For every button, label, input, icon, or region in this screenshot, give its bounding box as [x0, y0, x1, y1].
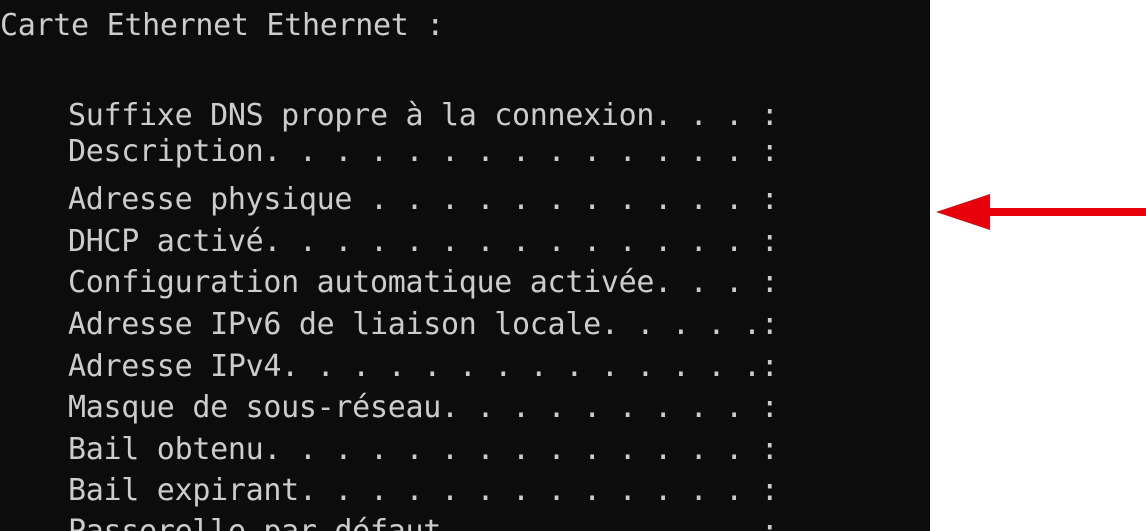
red-arrow-icon [936, 194, 1146, 230]
description-line: Description. . . . . . . . . . . . . . : [68, 134, 779, 169]
lease-obtained-line: Bail obtenu. . . . . . . . . . . . . . : [68, 432, 779, 467]
autoconfig-line: Configuration automatique activée. . . : [68, 265, 779, 300]
physical-address-line: Adresse physique . . . . . . . . . . . : [68, 182, 779, 217]
command-prompt-window: Carte Ethernet Ethernet : Suffixe DNS pr… [0, 0, 930, 531]
subnet-mask-line: Masque de sous-réseau. . . . . . . . . : [68, 390, 779, 425]
adapter-heading: Carte Ethernet Ethernet : [0, 8, 445, 43]
ipv6-link-local-line: Adresse IPv6 de liaison locale. . . . .: [68, 307, 779, 342]
dns-suffix-line: Suffixe DNS propre à la connexion. . . : [68, 98, 779, 133]
default-gateway-line: Passerelle par défaut. . . . . . . . . : [68, 514, 779, 531]
screenshot-page: Carte Ethernet Ethernet : Suffixe DNS pr… [0, 0, 1146, 531]
dhcp-enabled-line: DHCP activé. . . . . . . . . . . . . . : [68, 224, 779, 259]
lease-expires-line: Bail expirant. . . . . . . . . . . . . : [68, 473, 779, 508]
ipv4-address-line: Adresse IPv4. . . . . . . . . . . . . .: [68, 349, 779, 384]
